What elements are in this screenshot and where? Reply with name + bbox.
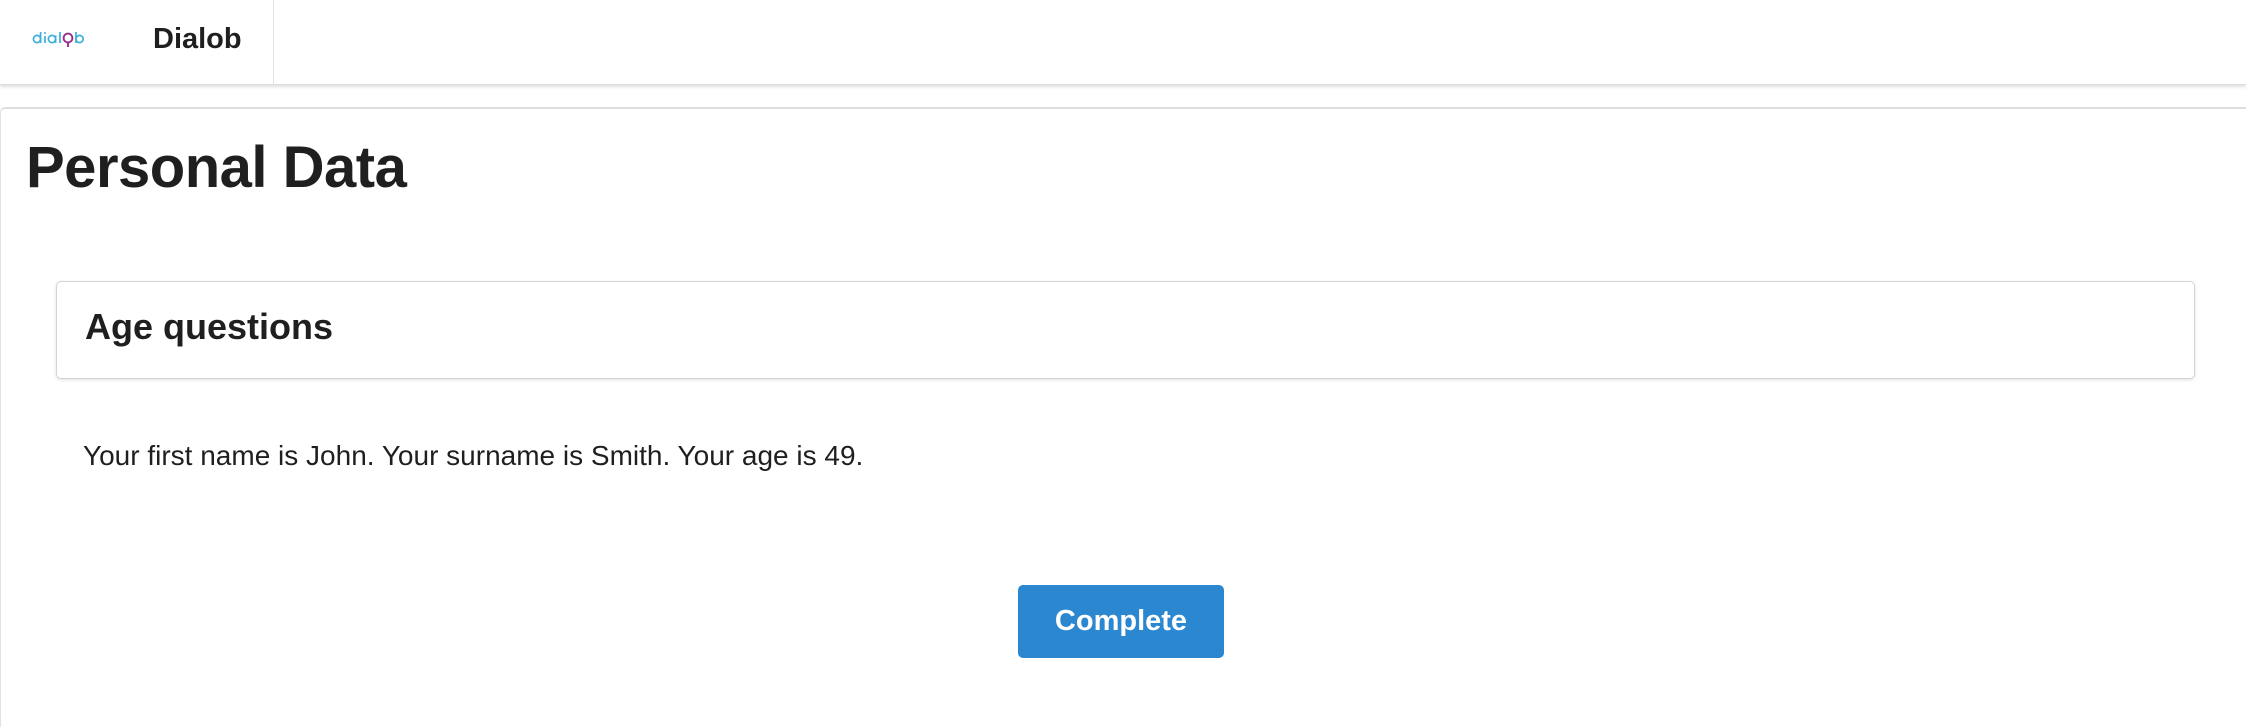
top-navigation-bar: dialob Dialob [0,0,2246,85]
group-title: Age questions [85,306,334,347]
page-title: Personal Data [26,135,407,200]
complete-button[interactable]: Complete [1018,585,1224,658]
app-name: Dialob [153,23,242,55]
brand-area[interactable]: dialob Dialob [0,0,274,84]
summary-note: Your first name is John. Your surname is… [83,440,864,471]
dialob-logo: dialob [32,32,85,47]
question-group: Age questions [56,281,2195,379]
